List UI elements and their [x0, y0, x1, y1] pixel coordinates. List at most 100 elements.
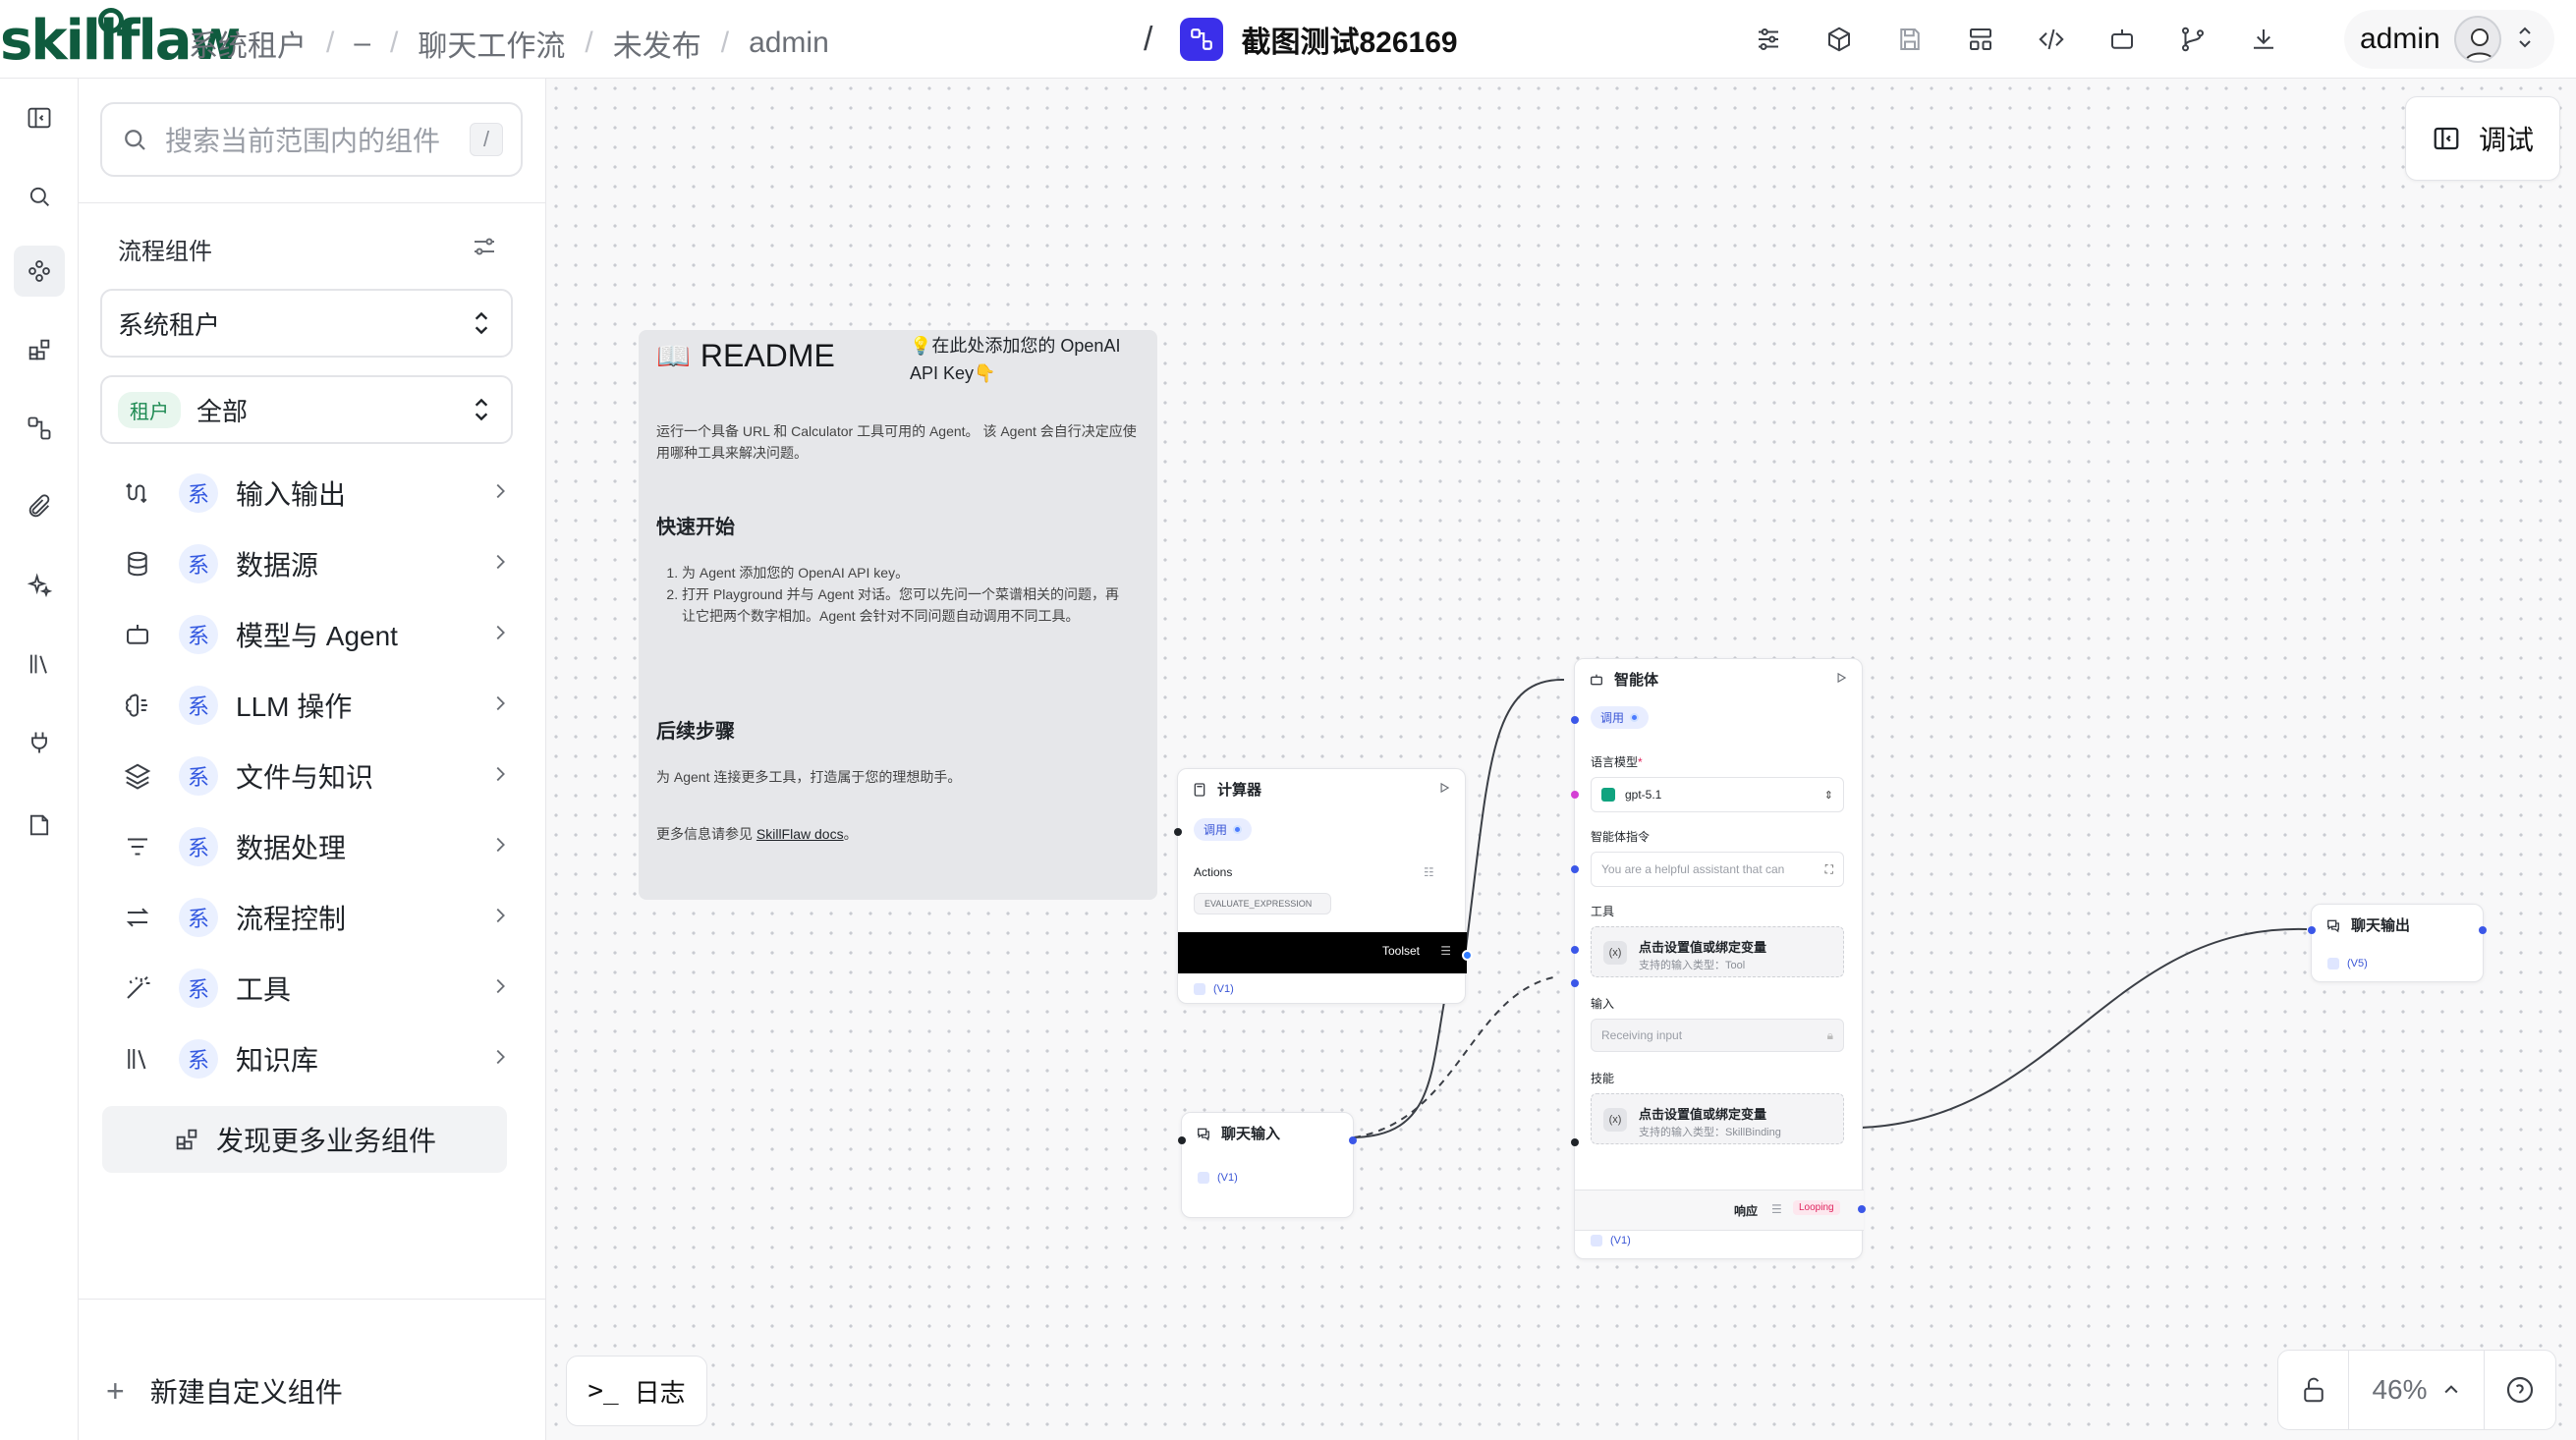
call-badge[interactable]: 调用: [1194, 818, 1253, 841]
breadcrumb-workflow[interactable]: 聊天工作流: [418, 22, 565, 65]
layers-icon: [118, 756, 157, 796]
tenant-select-box[interactable]: 系统租户: [100, 289, 513, 358]
chat-input-node[interactable]: 聊天输入 (V1): [1178, 1112, 1357, 1218]
sidebar-category-item[interactable]: 系数据源: [118, 534, 511, 593]
sidebar-category-item[interactable]: 系 LLM 操作: [118, 676, 511, 735]
library-icon[interactable]: [14, 638, 65, 690]
skills-port[interactable]: [1571, 1138, 1579, 1146]
new-component-button[interactable]: + 新建自定义组件: [106, 1371, 343, 1411]
sidebar-category-item[interactable]: 系流程控制: [118, 888, 511, 947]
panel-left-icon: [2434, 127, 2459, 150]
model-port[interactable]: [1571, 791, 1579, 799]
category-label: 流程控制: [236, 904, 347, 934]
call-badge[interactable]: 调用: [1591, 706, 1650, 729]
zoom-controls: 46%: [2277, 1350, 2556, 1430]
play-icon[interactable]: [1437, 781, 1451, 800]
filter-settings-icon[interactable]: [470, 232, 499, 266]
input-port[interactable]: [1178, 1136, 1186, 1144]
input-field[interactable]: Receiving input 🔒︎: [1591, 1019, 1844, 1052]
search-input[interactable]: 搜索当前范围内的组件 /: [100, 102, 523, 177]
sidebar-toggle-icon[interactable]: [14, 92, 65, 143]
plug-icon[interactable]: [14, 717, 65, 768]
play-icon[interactable]: [1834, 671, 1848, 690]
model-select[interactable]: gpt-5.1 ⇕: [1591, 777, 1844, 812]
skills-bind-field[interactable]: (x) 点击设置值或绑定变量 支持的输入类型：SkillBinding: [1591, 1093, 1844, 1144]
plus-icon: +: [106, 1372, 125, 1409]
instruction-field[interactable]: You are a helpful assistant that can ⛶: [1591, 852, 1844, 887]
scope-select[interactable]: 租户 全部: [100, 375, 513, 444]
response-output-port[interactable]: [1858, 1205, 1866, 1213]
breadcrumb-tenant[interactable]: 系统租户: [189, 22, 307, 65]
search-icon[interactable]: [14, 171, 65, 222]
output-port[interactable]: [2479, 926, 2487, 934]
components-icon[interactable]: [14, 246, 65, 297]
chevron-right-icon: [489, 692, 511, 719]
help-icon[interactable]: [2485, 1350, 2555, 1430]
sidebar-category-item[interactable]: 系知识库: [118, 1029, 511, 1088]
breadcrumb-user: admin: [749, 27, 829, 59]
debug-button[interactable]: 调试: [2405, 96, 2560, 181]
user-name: admin: [2360, 23, 2440, 55]
zoom-value: 46%: [2372, 1374, 2428, 1405]
readme-quickstart-title: 快速开始: [656, 517, 735, 538]
input-port[interactable]: [1571, 979, 1579, 987]
lock-icon[interactable]: [2278, 1350, 2349, 1430]
calculator-node[interactable]: 计算器 调用 Actions ☷ EVALUATE_EXPRESSION Too…: [1174, 768, 1473, 1004]
tools-bind-field[interactable]: (x) 点击设置值或绑定变量 支持的输入类型：Tool: [1591, 926, 1844, 977]
tool-mode-port[interactable]: [1571, 716, 1579, 724]
flow-title-area[interactable]: / 截图测试826169: [1144, 16, 1458, 63]
sparkles-icon[interactable]: [14, 560, 65, 611]
toolset-icon: ☰: [1440, 944, 1451, 958]
cube-icon[interactable]: [1820, 20, 1859, 59]
output-port[interactable]: [1349, 1136, 1357, 1144]
chevron-right-icon: [489, 975, 511, 1002]
response-label: 响应: [1734, 1204, 1759, 1218]
expand-icon[interactable]: ⛶: [1825, 862, 1833, 877]
download-icon[interactable]: [2244, 20, 2283, 59]
version-text: (V1): [1213, 983, 1234, 995]
bot-icon[interactable]: [2102, 20, 2142, 59]
sidebar-category-item[interactable]: 系输入输出: [118, 464, 511, 523]
tools-label: 工具: [1591, 905, 1615, 918]
input-port[interactable]: [2308, 926, 2316, 934]
system-badge: 系: [179, 756, 218, 796]
action-value: EVALUATE_EXPRESSION: [1194, 893, 1331, 914]
looping-badge[interactable]: Looping: [1793, 1200, 1840, 1215]
git-branch-icon[interactable]: [2173, 20, 2212, 59]
save-icon[interactable]: [1890, 20, 1930, 59]
tools-port[interactable]: [1571, 946, 1579, 954]
call-label: 调用: [1600, 711, 1625, 725]
variable-icon: (x): [1603, 1108, 1627, 1132]
sidebar-category-item[interactable]: 系模型与 Agent: [118, 605, 511, 664]
readme-title: 📖 README: [656, 338, 835, 374]
sidebar-category-item[interactable]: 系文件与知识: [118, 747, 511, 805]
instruction-port[interactable]: [1571, 865, 1579, 873]
sliders-icon[interactable]: [1749, 20, 1788, 59]
blocks-icon[interactable]: [14, 324, 65, 375]
toolset-row: Toolset ☰: [1178, 932, 1467, 973]
log-button[interactable]: >_ 日志: [566, 1356, 707, 1426]
chat-output-node[interactable]: 聊天输出 (V5): [2308, 904, 2487, 982]
user-menu[interactable]: admin: [2344, 10, 2554, 69]
readme-note[interactable]: 📖 README 💡在此处添加您的 OpenAI API Key👇 运行一个具备…: [639, 330, 1157, 900]
actions-label: Actions: [1194, 865, 1233, 879]
sidebar-category-item[interactable]: 系工具: [118, 959, 511, 1018]
bot-icon: [1591, 674, 1602, 685]
docs-link[interactable]: SkillFlaw docs: [756, 826, 844, 842]
sidebar-category-item[interactable]: 系数据处理: [118, 817, 511, 876]
paperclip-icon[interactable]: [14, 481, 65, 532]
flow-title[interactable]: 截图测试826169: [1241, 18, 1457, 61]
toolset-output-port[interactable]: [1462, 950, 1473, 961]
breadcrumb: 系统租户 / – / 聊天工作流 / 未发布 / admin: [189, 22, 829, 65]
zoom-level[interactable]: 46%: [2349, 1350, 2485, 1430]
code-icon[interactable]: [2032, 20, 2071, 59]
input-label: 输入: [1591, 997, 1615, 1011]
flow-icon[interactable]: [14, 403, 65, 454]
agent-node[interactable]: 智能体 调用 语言模型* gpt-5.1 ⇕ 智能体指令 You are a h…: [1571, 658, 1866, 1259]
tool-mode-port[interactable]: [1174, 828, 1182, 836]
table-icon[interactable]: ☷: [1424, 865, 1434, 879]
note-icon[interactable]: [14, 800, 65, 851]
flow-canvas[interactable]: 📖 README 💡在此处添加您的 OpenAI API Key👇 运行一个具备…: [546, 79, 2576, 1440]
discover-more-button[interactable]: 发现更多业务组件: [102, 1106, 507, 1173]
layout-icon[interactable]: [1961, 20, 2000, 59]
